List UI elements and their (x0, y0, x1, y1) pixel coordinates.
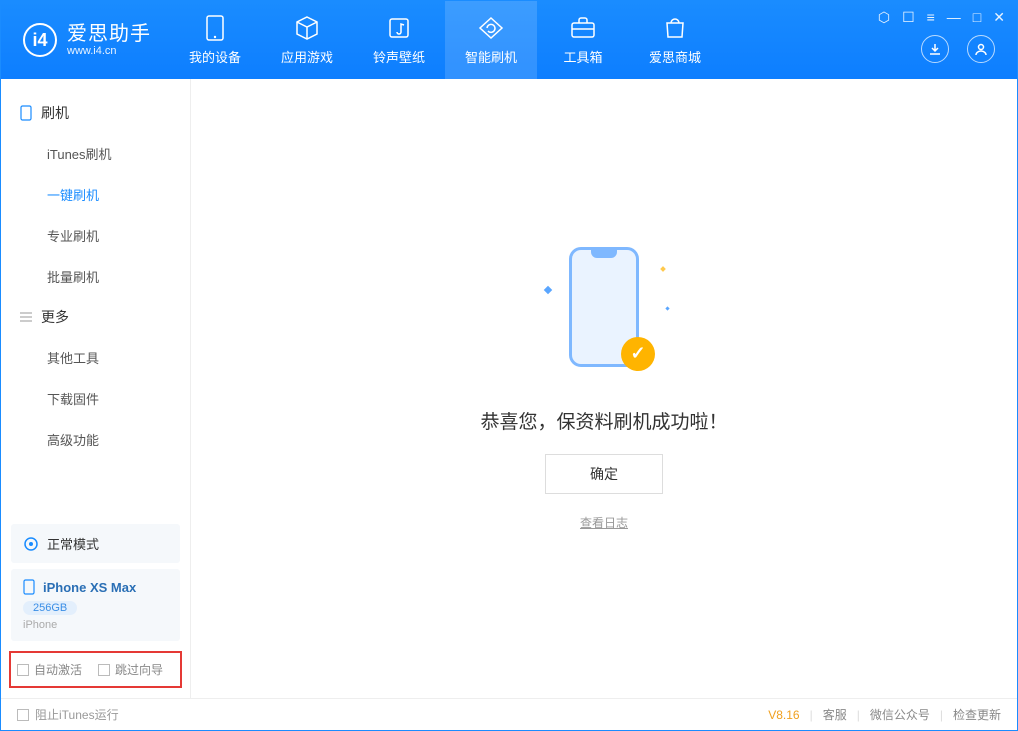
bag-icon (662, 15, 688, 41)
device-info-card[interactable]: iPhone XS Max 256GB iPhone (11, 569, 180, 641)
phone-icon (19, 106, 33, 120)
app-name-en: www.i4.cn (67, 45, 151, 57)
device-icon (202, 15, 228, 41)
sidebar-group-title: 更多 (41, 307, 69, 327)
sidebar-item-other-tools[interactable]: 其他工具 (1, 337, 190, 378)
sidebar-item-advanced[interactable]: 高级功能 (1, 419, 190, 460)
nav-apps-games[interactable]: 应用游戏 (261, 1, 353, 79)
nav-label: 工具箱 (563, 47, 602, 66)
checkbox-icon (17, 664, 29, 676)
sidebar-item-oneclick-flash[interactable]: 一键刷机 (1, 174, 190, 215)
nav-toolbox[interactable]: 工具箱 (537, 1, 629, 79)
sidebar-item-download-firmware[interactable]: 下载固件 (1, 378, 190, 419)
nav-label: 铃声壁纸 (373, 47, 425, 66)
footer: 阻止iTunes运行 V8.16 | 客服 | 微信公众号 | 检查更新 (1, 698, 1017, 730)
nav-ringtones-wallpapers[interactable]: 铃声壁纸 (353, 1, 445, 79)
toolbox-icon (570, 15, 596, 41)
nav-my-device[interactable]: 我的设备 (169, 1, 261, 79)
nav-store[interactable]: 爱思商城 (629, 1, 721, 79)
sidebar-item-pro-flash[interactable]: 专业刷机 (1, 215, 190, 256)
download-button[interactable] (921, 35, 949, 63)
checkbox-icon (98, 664, 110, 676)
nav-label: 智能刷机 (465, 47, 517, 66)
logo-icon: i4 (23, 23, 57, 57)
device-mode-label: 正常模式 (47, 534, 99, 553)
feedback-icon[interactable]: ☐ (902, 9, 915, 26)
view-log-link[interactable]: 查看日志 (580, 514, 628, 531)
list-icon (19, 310, 33, 324)
sidebar-item-itunes-flash[interactable]: iTunes刷机 (1, 133, 190, 174)
header: ⬡ ☐ ≡ — □ ✕ i4 爱思助手 www.i4.cn 我的设备 应用游戏 (1, 1, 1017, 79)
logo: i4 爱思助手 www.i4.cn (1, 1, 169, 79)
maximize-icon[interactable]: □ (973, 9, 981, 26)
footer-block-itunes-label: 阻止iTunes运行 (35, 706, 119, 723)
sidebar-group-title: 刷机 (41, 103, 69, 123)
footer-link-update[interactable]: 检查更新 (953, 706, 1001, 723)
footer-link-wechat[interactable]: 微信公众号 (870, 706, 930, 723)
checkbox-skip-guide[interactable]: 跳过向导 (98, 661, 163, 678)
refresh-icon (478, 15, 504, 41)
sidebar: 刷机 iTunes刷机 一键刷机 专业刷机 批量刷机 更多 其他工具 下载固件 … (1, 79, 191, 698)
footer-link-support[interactable]: 客服 (823, 706, 847, 723)
checkbox-icon (17, 709, 29, 721)
checkbox-label: 自动激活 (34, 661, 82, 678)
sidebar-item-batch-flash[interactable]: 批量刷机 (1, 256, 190, 297)
device-type: iPhone (23, 619, 168, 631)
cube-icon (294, 15, 320, 41)
nav-label: 应用游戏 (281, 47, 333, 66)
device-small-icon (23, 579, 35, 595)
check-icon: ✓ (621, 337, 655, 371)
sidebar-group-more: 更多 (1, 297, 190, 337)
minimize-icon[interactable]: — (947, 9, 961, 26)
footer-block-itunes[interactable]: 阻止iTunes运行 (17, 706, 119, 723)
mode-icon (23, 536, 39, 552)
menu-icon[interactable]: ≡ (927, 9, 935, 26)
checkbox-auto-activate[interactable]: 自动激活 (17, 661, 82, 678)
app-name-cn: 爱思助手 (67, 23, 151, 45)
close-icon[interactable]: ✕ (993, 9, 1005, 26)
ok-button[interactable]: 确定 (545, 454, 663, 494)
success-illustration: ✓ (559, 247, 649, 377)
success-message: 恭喜您，保资料刷机成功啦！ (480, 407, 727, 434)
nav-tabs: 我的设备 应用游戏 铃声壁纸 智能刷机 工具箱 爱思商城 (169, 1, 721, 79)
nav-label: 爱思商城 (649, 47, 701, 66)
nav-label: 我的设备 (189, 47, 241, 66)
sidebar-group-flash: 刷机 (1, 93, 190, 133)
version-label: V8.16 (768, 708, 799, 722)
body: 刷机 iTunes刷机 一键刷机 专业刷机 批量刷机 更多 其他工具 下载固件 … (1, 79, 1017, 698)
main-content: ✓ 恭喜您，保资料刷机成功啦！ 确定 查看日志 (191, 79, 1017, 698)
app-window: ⬡ ☐ ≡ — □ ✕ i4 爱思助手 www.i4.cn 我的设备 应用游戏 (0, 0, 1018, 731)
device-storage: 256GB (23, 601, 77, 615)
device-mode-card[interactable]: 正常模式 (11, 524, 180, 563)
music-icon (386, 15, 412, 41)
device-name: iPhone XS Max (43, 580, 136, 595)
user-button[interactable] (967, 35, 995, 63)
skin-icon[interactable]: ⬡ (878, 9, 890, 26)
nav-smart-flash[interactable]: 智能刷机 (445, 1, 537, 79)
titlebar-controls: ⬡ ☐ ≡ — □ ✕ (878, 9, 1005, 26)
checkbox-label: 跳过向导 (115, 661, 163, 678)
checkbox-row: 自动激活 跳过向导 (9, 651, 182, 688)
